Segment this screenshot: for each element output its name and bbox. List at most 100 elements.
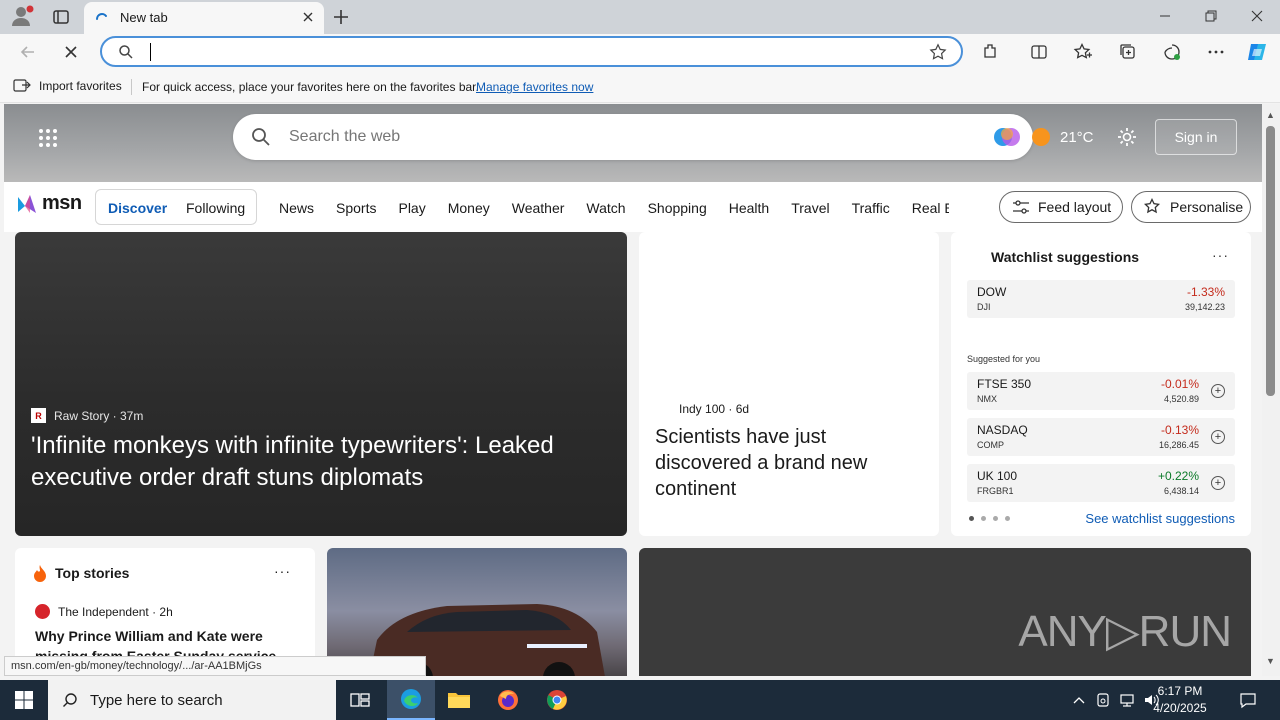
- split-screen-icon[interactable]: [1027, 40, 1051, 64]
- category-news[interactable]: News: [279, 200, 314, 216]
- taskbar-search-box[interactable]: Type here to search: [48, 680, 336, 720]
- article-source-text: Indy 100 · 6d: [679, 402, 750, 416]
- article-headline[interactable]: 'Infinite monkeys with infinite typewrit…: [31, 430, 611, 494]
- stock-row-dow[interactable]: DOW DJI -1.33% 39,142.23: [967, 280, 1235, 318]
- settings-more-icon[interactable]: [1204, 40, 1228, 64]
- tab-following[interactable]: Following: [186, 200, 245, 216]
- stock-price: 6,438.14: [1163, 486, 1199, 496]
- stock-price: 16,286.45: [1158, 440, 1199, 450]
- carousel-dot[interactable]: [1005, 516, 1010, 521]
- scroll-up-icon[interactable]: ▲: [1266, 110, 1275, 120]
- article-headline[interactable]: Scientists have just discovered a brand …: [655, 424, 925, 502]
- stock-change: -0.13%: [1160, 423, 1199, 437]
- personalise-button[interactable]: Personalise: [1131, 191, 1251, 223]
- stock-name: UK 100: [977, 469, 1018, 483]
- add-stock-icon[interactable]: +: [1211, 476, 1225, 490]
- windows-logo-icon: [15, 691, 33, 709]
- personalise-label: Personalise: [1170, 199, 1244, 215]
- scrollbar-thumb[interactable]: [1266, 126, 1275, 396]
- msn-navigation: msn Discover Following News Sports Play Mon…: [4, 182, 1262, 232]
- scroll-down-icon[interactable]: ▼: [1266, 656, 1275, 666]
- close-tab-icon[interactable]: [300, 9, 316, 25]
- hero-article-card[interactable]: R Raw Story · 37m 'Infinite monkeys with…: [15, 232, 627, 536]
- stock-row-uk100[interactable]: UK 100 FRGBR1 +0.22% 6,438.14 +: [967, 464, 1235, 502]
- article-source: R Raw Story · 37m: [31, 408, 143, 423]
- msn-logo[interactable]: msn: [16, 192, 82, 215]
- page-scrollbar[interactable]: ▲ ▼: [1262, 104, 1280, 676]
- gear-icon[interactable]: [1116, 126, 1138, 148]
- category-sports[interactable]: Sports: [336, 200, 376, 216]
- add-stock-icon[interactable]: +: [1211, 384, 1225, 398]
- edge-taskbar-icon[interactable]: [387, 680, 435, 720]
- browser-essentials-icon[interactable]: [1160, 40, 1184, 64]
- weather-temperature[interactable]: 21°C: [1060, 129, 1094, 146]
- tab-title: New tab: [120, 10, 168, 25]
- category-traffic[interactable]: Traffic: [852, 200, 890, 216]
- network-icon[interactable]: [1118, 691, 1136, 709]
- add-stock-icon[interactable]: +: [1211, 430, 1225, 444]
- category-watch[interactable]: Watch: [586, 200, 625, 216]
- chrome-icon[interactable]: [533, 680, 581, 720]
- carousel-dots[interactable]: [969, 516, 1010, 521]
- category-money[interactable]: Money: [448, 200, 490, 216]
- stock-symbol: NMX: [977, 394, 997, 404]
- minimize-button[interactable]: [1142, 0, 1188, 32]
- address-input[interactable]: [148, 41, 908, 63]
- favorites-icon[interactable]: [1071, 40, 1095, 64]
- favorite-star-icon[interactable]: [929, 43, 947, 61]
- more-options-icon[interactable]: ···: [274, 563, 291, 579]
- profile-icon[interactable]: [9, 4, 35, 28]
- weather-sun-icon[interactable]: [1032, 128, 1050, 146]
- carousel-dot[interactable]: [969, 516, 974, 521]
- category-play[interactable]: Play: [398, 200, 425, 216]
- more-options-icon[interactable]: ···: [1212, 247, 1229, 263]
- feed-layout-button[interactable]: Feed layout: [999, 191, 1123, 223]
- copilot-search-icon[interactable]: [993, 124, 1021, 150]
- stock-row-ftse[interactable]: FTSE 350 NMX -0.01% 4,520.89 +: [967, 372, 1235, 410]
- extensions-icon[interactable]: [979, 40, 1003, 64]
- msn-butterfly-icon: [18, 194, 36, 213]
- category-travel[interactable]: Travel: [791, 200, 829, 216]
- carousel-dot[interactable]: [981, 516, 986, 521]
- sign-in-button[interactable]: Sign in: [1155, 119, 1237, 155]
- notification-icon[interactable]: [1232, 680, 1264, 720]
- start-button[interactable]: [0, 680, 48, 720]
- feed-layout-label: Feed layout: [1038, 199, 1112, 215]
- back-button[interactable]: [15, 39, 41, 65]
- show-hidden-icons-icon[interactable]: [1070, 691, 1088, 709]
- device-icon[interactable]: [1094, 691, 1112, 709]
- see-watchlist-link[interactable]: See watchlist suggestions: [1085, 511, 1235, 526]
- manage-favorites-link[interactable]: Manage favorites now: [476, 80, 593, 94]
- task-view-icon[interactable]: [336, 680, 384, 720]
- new-tab-button[interactable]: [330, 6, 352, 28]
- category-real-estate[interactable]: Real E: [912, 200, 949, 216]
- category-shopping[interactable]: Shopping: [648, 200, 707, 216]
- firefox-icon[interactable]: [484, 680, 532, 720]
- address-bar[interactable]: [100, 36, 963, 67]
- copilot-icon[interactable]: [1245, 40, 1269, 64]
- anyrun-watermark: ANY▷RUN: [1018, 607, 1232, 656]
- star-edit-icon: [1144, 198, 1161, 214]
- file-explorer-icon[interactable]: [435, 680, 483, 720]
- stop-loading-button[interactable]: [58, 39, 84, 65]
- web-search-box[interactable]: Search the web: [233, 114, 1033, 160]
- article-source: The Independent · 2h: [35, 604, 173, 619]
- import-favorites-button[interactable]: Import favorites: [13, 78, 122, 94]
- stock-row-nasdaq[interactable]: NASDAQ COMP -0.13% 16,286.45 +: [967, 418, 1235, 456]
- dark-article-card[interactable]: ANY▷RUN: [639, 548, 1251, 676]
- category-weather[interactable]: Weather: [512, 200, 565, 216]
- category-health[interactable]: Health: [729, 200, 769, 216]
- stock-change: +0.22%: [1157, 469, 1199, 483]
- tab-actions-icon[interactable]: [50, 6, 72, 28]
- suggested-label: Suggested for you: [967, 354, 1041, 364]
- app-launcher-icon[interactable]: [38, 128, 58, 148]
- close-window-button[interactable]: [1234, 0, 1280, 32]
- restore-button[interactable]: [1188, 0, 1234, 32]
- carousel-dot[interactable]: [993, 516, 998, 521]
- tab-discover[interactable]: Discover: [108, 200, 167, 216]
- tab-new-tab[interactable]: New tab: [84, 2, 324, 34]
- collections-icon[interactable]: [1116, 40, 1140, 64]
- taskbar-clock[interactable]: 6:17 PM 4/20/2025: [1140, 683, 1220, 717]
- watchlist-card: Watchlist suggestions ··· DOW DJI -1.33%…: [951, 232, 1251, 536]
- science-article-card[interactable]: Indy 100 · 6d Scientists have just disco…: [639, 232, 939, 536]
